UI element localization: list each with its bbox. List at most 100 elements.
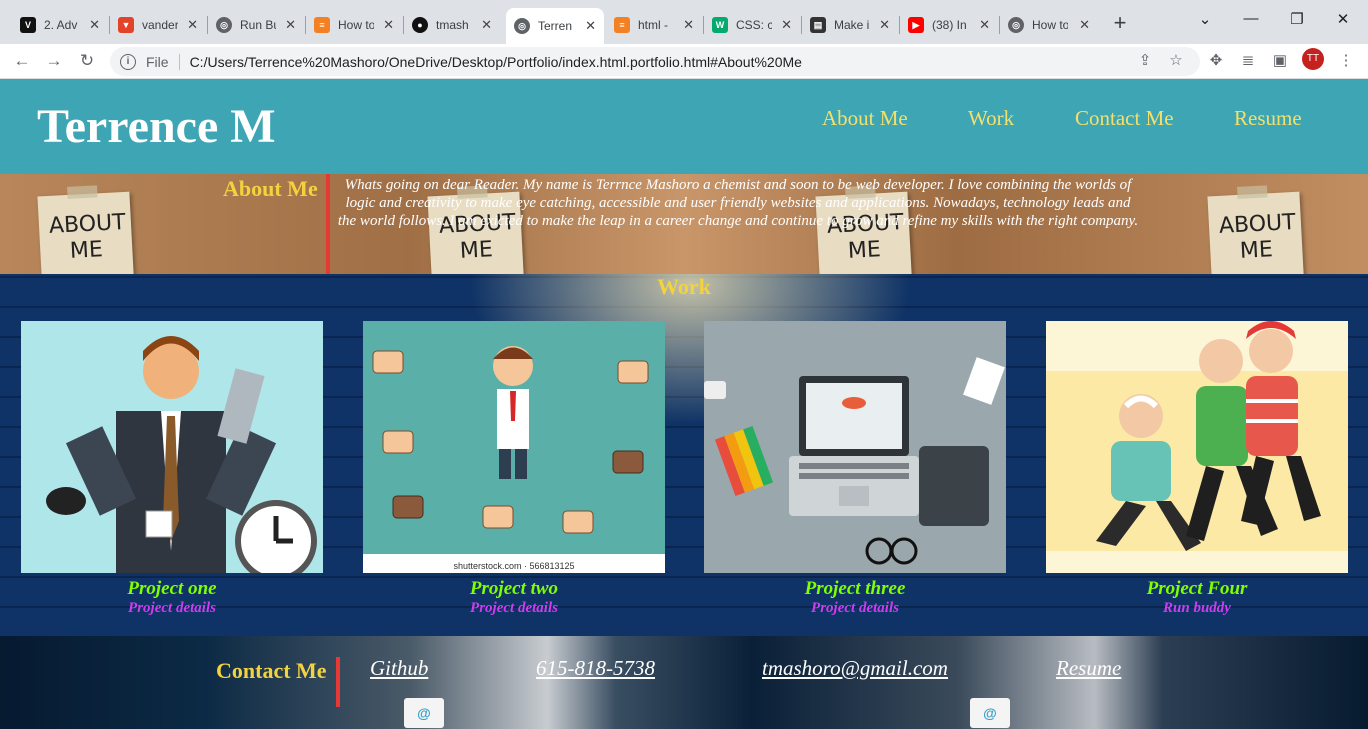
about-me-note-image: ABOUT ME bbox=[37, 191, 135, 274]
tab-title: Make i bbox=[834, 18, 870, 32]
about-section: ABOUT ME ABOUT ME ABOUT ME ABOUT ME Abou… bbox=[0, 174, 1368, 274]
project-title[interactable]: Project one bbox=[21, 578, 323, 600]
github-link[interactable]: Github bbox=[370, 656, 428, 681]
site-header: Terrence M About Me Work Contact Me Resu… bbox=[0, 79, 1368, 174]
nav-link-contact[interactable]: Contact Me bbox=[1075, 106, 1174, 131]
close-icon[interactable]: ✕ bbox=[187, 17, 198, 33]
profile-avatar[interactable]: TT bbox=[1302, 48, 1324, 70]
w3schools-icon: W bbox=[712, 17, 728, 33]
project-one-image[interactable] bbox=[21, 321, 323, 573]
github-icon: ● bbox=[412, 17, 428, 33]
project-three-image[interactable] bbox=[704, 321, 1006, 573]
project-title[interactable]: Project Four bbox=[1046, 578, 1348, 600]
close-window-button[interactable]: ✕ bbox=[1328, 10, 1358, 28]
contact-accent-bar bbox=[336, 657, 340, 707]
address-bar[interactable]: i File C:/Users/Terrence%20Mashoro/OneDr… bbox=[110, 47, 1200, 76]
browser-tab-active[interactable]: ◎ Terren ✕ bbox=[506, 8, 604, 44]
image-caption: shutterstock.com · 566813125 bbox=[453, 561, 575, 571]
minimize-button[interactable]: — bbox=[1236, 10, 1266, 27]
reload-icon[interactable]: ↻ bbox=[76, 50, 98, 72]
close-icon[interactable]: ✕ bbox=[1079, 17, 1090, 33]
close-icon[interactable]: ✕ bbox=[879, 17, 890, 33]
close-icon[interactable]: ✕ bbox=[285, 17, 296, 33]
close-icon[interactable]: ✕ bbox=[683, 17, 694, 33]
browser-tab[interactable]: ◎ How to ✕ bbox=[1000, 8, 1098, 42]
tab-title: vander bbox=[142, 18, 178, 32]
close-icon[interactable]: ✕ bbox=[481, 17, 492, 33]
project-four-image[interactable] bbox=[1046, 321, 1348, 573]
globe-icon: ◎ bbox=[1008, 17, 1024, 33]
extensions-icon[interactable]: ✥ bbox=[1206, 51, 1226, 71]
phone-link[interactable]: 615-818-5738 bbox=[536, 656, 655, 681]
media-queue-icon[interactable]: ≣ bbox=[1238, 51, 1258, 71]
mail-icon: @ bbox=[404, 698, 444, 728]
tab-title: (38) In bbox=[932, 18, 967, 32]
mail-icon: @ bbox=[970, 698, 1010, 728]
resume-link[interactable]: Resume bbox=[1056, 656, 1121, 681]
close-icon[interactable]: ✕ bbox=[781, 17, 792, 33]
new-tab-button[interactable]: + bbox=[1108, 12, 1132, 36]
tab-title: Terren bbox=[538, 19, 573, 33]
project-title[interactable]: Project three bbox=[704, 578, 1006, 600]
browser-tab-strip: V 2. Adv ✕ ▼ vander ✕ ◎ Run Bu ✕ ≡ How t… bbox=[0, 0, 1368, 44]
browser-tab[interactable]: ▶ (38) In ✕ bbox=[900, 8, 998, 42]
project-card[interactable]: Project one Project details bbox=[21, 321, 323, 617]
close-icon[interactable]: ✕ bbox=[979, 17, 990, 33]
url-text[interactable]: C:/Users/Terrence%20Mashoro/OneDrive/Des… bbox=[190, 54, 802, 70]
gitlab-icon: ▼ bbox=[118, 17, 134, 33]
about-text: Whats going on dear Reader. My name is T… bbox=[337, 177, 1139, 229]
browser-tab[interactable]: ● tmash ✕ bbox=[404, 8, 500, 42]
tab-title: 2. Adv bbox=[44, 18, 78, 32]
stackoverflow-icon: ≡ bbox=[314, 17, 330, 33]
globe-icon: ◎ bbox=[216, 17, 232, 33]
tab-title: CSS: cc bbox=[736, 18, 772, 32]
browser-tab[interactable]: W CSS: cc ✕ bbox=[704, 8, 800, 42]
nav-link-resume[interactable]: Resume bbox=[1234, 106, 1302, 131]
project-details[interactable]: Project details bbox=[363, 600, 665, 617]
project-details[interactable]: Run buddy bbox=[1046, 600, 1348, 617]
forward-arrow-icon[interactable]: → bbox=[43, 50, 65, 72]
project-card[interactable]: Project Four Run buddy bbox=[1046, 321, 1348, 617]
site-logo: Terrence M bbox=[37, 100, 276, 153]
menu-kebab-icon[interactable]: ⋮ bbox=[1336, 51, 1356, 71]
project-title[interactable]: Project two bbox=[363, 578, 665, 600]
browser-tab[interactable]: V 2. Adv ✕ bbox=[12, 8, 108, 42]
contact-section: Contact Me Github 615-818-5738 tmashoro@… bbox=[0, 636, 1368, 729]
back-arrow-icon[interactable]: ← bbox=[11, 50, 33, 72]
browser-tab[interactable]: ▤ Make i ✕ bbox=[802, 8, 898, 42]
contact-heading: Contact Me bbox=[216, 658, 327, 683]
portfolio-page: Terrence M About Me Work Contact Me Resu… bbox=[0, 79, 1368, 729]
browser-tab[interactable]: ≡ How to ✕ bbox=[306, 8, 402, 42]
tab-title: How to bbox=[1032, 18, 1068, 32]
work-heading: Work bbox=[657, 274, 711, 299]
close-icon[interactable]: ✕ bbox=[585, 18, 596, 34]
browser-tab[interactable]: ▼ vander ✕ bbox=[110, 8, 206, 42]
browser-tab[interactable]: ◎ Run Bu ✕ bbox=[208, 8, 304, 42]
maximize-button[interactable]: ❐ bbox=[1282, 10, 1312, 28]
document-icon: ▤ bbox=[810, 17, 826, 33]
browser-tab[interactable]: ≡ html - ✕ bbox=[606, 8, 702, 42]
star-icon[interactable]: ☆ bbox=[1166, 51, 1186, 71]
stackoverflow-icon: ≡ bbox=[614, 17, 630, 33]
email-link[interactable]: tmashoro@gmail.com bbox=[762, 656, 948, 681]
info-icon[interactable]: i bbox=[120, 53, 136, 70]
work-section: Work Project one Project details shutter… bbox=[0, 274, 1368, 636]
about-me-note-image: ABOUT ME bbox=[1207, 191, 1305, 274]
project-two-image[interactable]: shutterstock.com · 566813125 bbox=[363, 321, 665, 573]
youtube-icon: ▶ bbox=[908, 17, 924, 33]
project-card[interactable]: Project three Project details bbox=[704, 321, 1006, 617]
close-icon[interactable]: ✕ bbox=[89, 17, 100, 33]
project-details[interactable]: Project details bbox=[704, 600, 1006, 617]
project-card[interactable]: shutterstock.com · 566813125 Project two… bbox=[363, 321, 665, 617]
share-icon[interactable]: ⇪ bbox=[1135, 51, 1155, 71]
nav-link-about[interactable]: About Me bbox=[822, 106, 908, 131]
project-details[interactable]: Project details bbox=[21, 600, 323, 617]
side-panel-icon[interactable]: ▣ bbox=[1270, 51, 1290, 71]
scheme-label: File bbox=[146, 53, 169, 70]
about-accent-bar bbox=[326, 174, 330, 274]
nav-link-work[interactable]: Work bbox=[968, 106, 1014, 131]
tab-search-icon[interactable]: ⌄ bbox=[1190, 10, 1220, 28]
close-icon[interactable]: ✕ bbox=[383, 17, 394, 33]
browser-toolbar: ← → ↻ i File C:/Users/Terrence%20Mashoro… bbox=[0, 44, 1368, 79]
globe-icon: ◎ bbox=[514, 18, 530, 34]
